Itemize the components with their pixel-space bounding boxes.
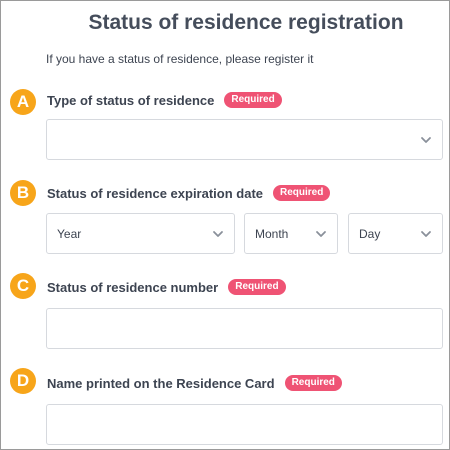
chevron-down-icon (420, 228, 432, 240)
residence-card-name-label-text: Name printed on the Residence Card (47, 375, 275, 391)
required-badge: Required (228, 279, 286, 295)
required-badge: Required (273, 185, 331, 201)
chevron-down-icon (315, 228, 327, 240)
section-a-marker: A (10, 89, 36, 115)
section-c-marker: C (10, 273, 36, 299)
day-select[interactable]: Day (348, 213, 443, 254)
expiration-date-label: Status of residence expiration date Requ… (47, 185, 331, 201)
type-of-status-label: Type of status of residence Required (47, 92, 282, 108)
residence-number-label-text: Status of residence number (47, 279, 219, 295)
required-badge: Required (284, 375, 342, 391)
residence-card-name-value (47, 407, 57, 421)
residence-card-name-label: Name printed on the Residence Card Requi… (47, 375, 342, 391)
month-select[interactable]: Month (244, 213, 338, 254)
intro-text: If you have a status of residence, pleas… (46, 52, 314, 66)
chevron-down-icon (212, 228, 224, 240)
chevron-down-icon (420, 134, 432, 146)
page-title: Status of residence registration (88, 11, 404, 34)
registration-form: Status of residence registration If you … (0, 0, 450, 450)
type-of-status-label-text: Type of status of residence (47, 92, 215, 108)
expiration-date-label-text: Status of residence expiration date (47, 185, 264, 201)
section-d-marker: D (10, 368, 36, 394)
status-type-select[interactable] (46, 119, 443, 160)
residence-number-label: Status of residence number Required (47, 279, 286, 295)
year-select-value: Year (57, 226, 82, 241)
residence-number-input[interactable] (46, 308, 443, 349)
residence-card-name-input[interactable] (46, 404, 443, 445)
year-select[interactable]: Year (46, 213, 235, 254)
required-badge: Required (224, 92, 282, 108)
residence-number-value (47, 311, 57, 325)
section-b-marker: B (10, 180, 36, 206)
